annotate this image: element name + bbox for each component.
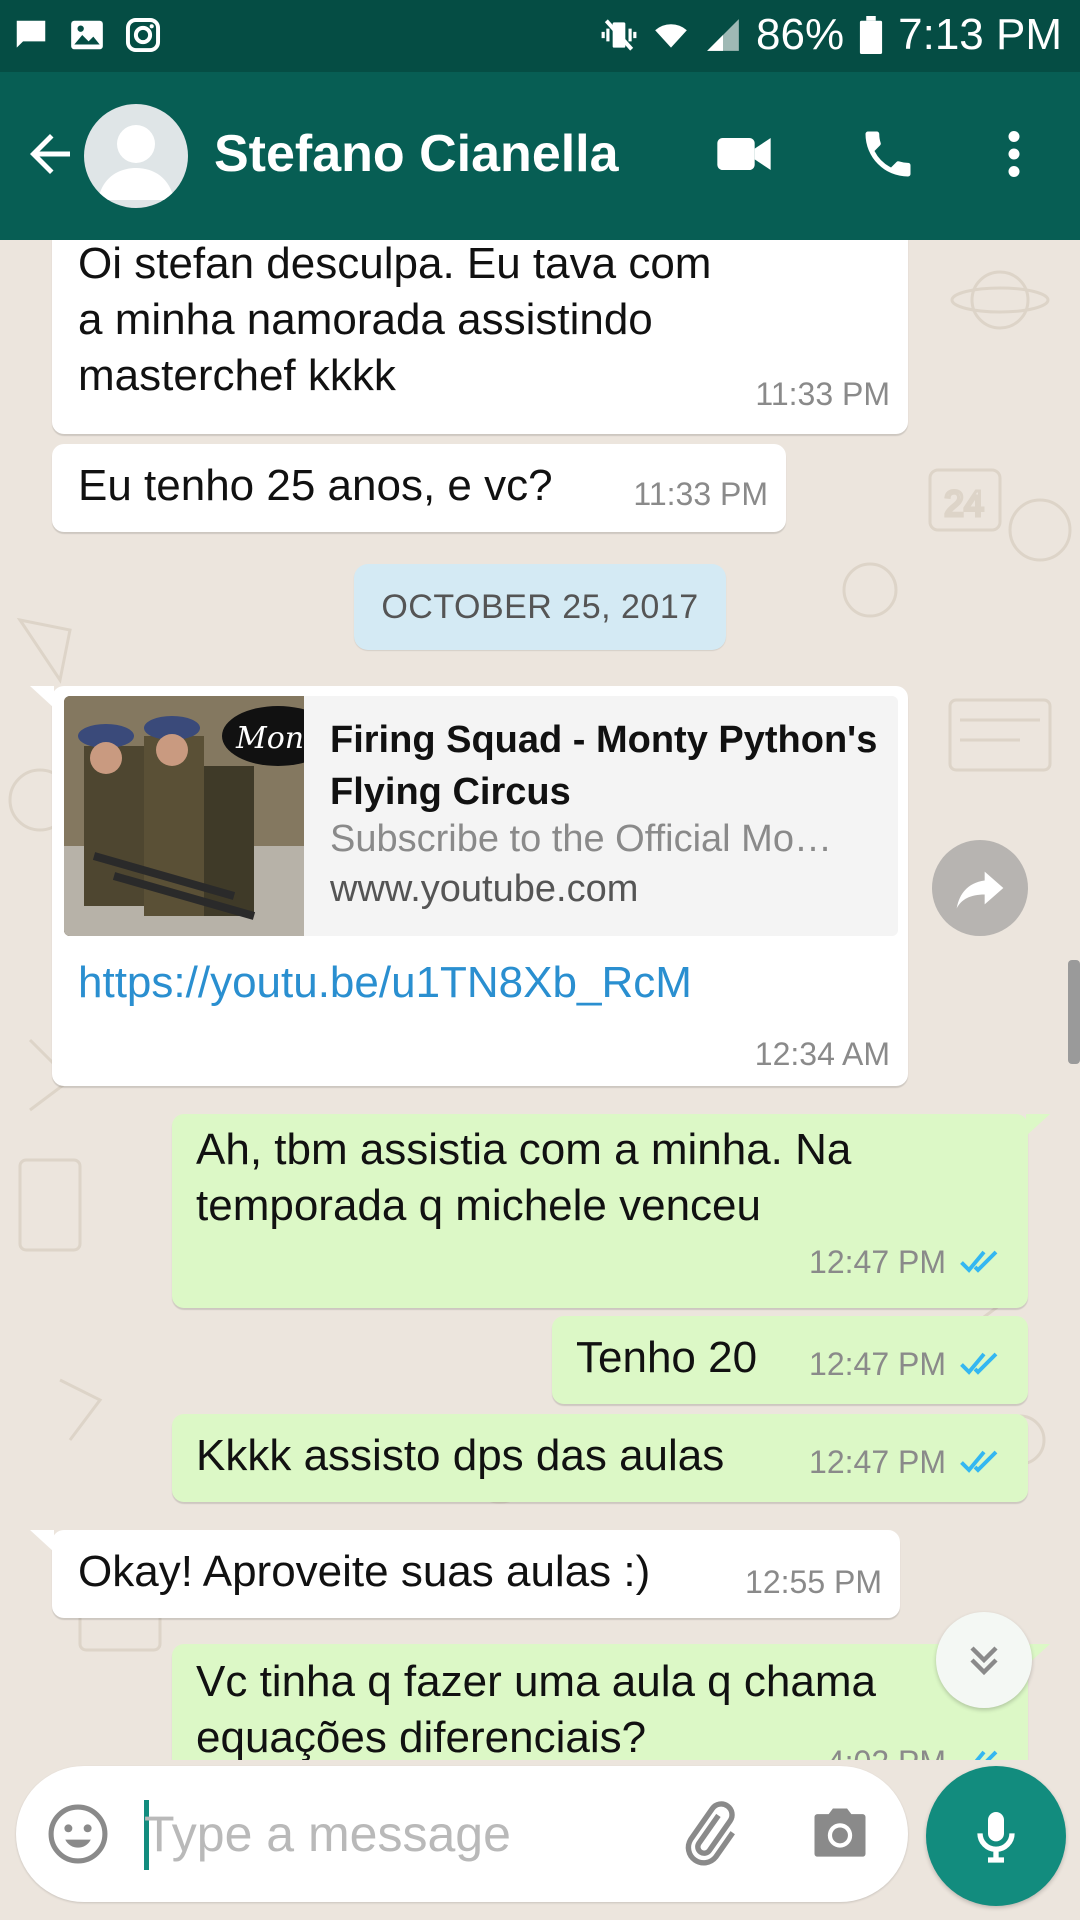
paperclip-icon: [685, 1801, 735, 1866]
bubble-tail: [1026, 1114, 1050, 1136]
chat-header: Stefano Cianella: [0, 72, 1080, 240]
bubble-tail: [30, 1530, 54, 1552]
read-ticks-icon: [960, 1250, 998, 1273]
outgoing-message[interactable]: Vc tinha q fazer uma aula q chama equaçõ…: [172, 1644, 1050, 1760]
message-text-line: Vc tinha q fazer uma aula q chama: [196, 1657, 876, 1706]
more-options-button[interactable]: [978, 118, 1050, 190]
message-composer: [16, 1766, 908, 1902]
emoji-icon: [48, 1804, 108, 1864]
outgoing-message[interactable]: Ah, tbm assistia com a minha. Na tempora…: [172, 1114, 1050, 1308]
incoming-link-message[interactable]: Monty Firing Squad - Monty Python's Flyi…: [30, 686, 908, 1086]
link-description: Subscribe to the Official Mo…: [330, 818, 832, 860]
incoming-message[interactable]: Okay! Aproveite suas aulas :) 12:55 PM: [30, 1530, 900, 1618]
battery-icon: [860, 16, 883, 54]
message-time: 12:47 PM: [809, 1444, 946, 1480]
message-time: 12:47 PM: [809, 1346, 946, 1382]
signal-icon: [707, 19, 739, 51]
message-text-line: Ah, tbm assistia com a minha. Na: [196, 1125, 852, 1174]
vibrate-icon: [601, 19, 637, 51]
avatar[interactable]: [84, 104, 188, 208]
read-ticks-icon: [960, 1352, 998, 1375]
more-vert-icon: [1008, 131, 1020, 177]
emoji-button[interactable]: [44, 1800, 112, 1868]
message-time: 12:34 AM: [754, 1036, 890, 1072]
link-thumbnail: Monty: [64, 696, 304, 936]
message-input[interactable]: [144, 1794, 664, 1874]
camera-icon: [814, 1808, 866, 1857]
bubble-tail: [30, 686, 54, 708]
instagram-icon: [125, 17, 161, 53]
back-arrow-icon: [30, 134, 70, 174]
forward-button[interactable]: [932, 840, 1028, 936]
message-time: 11:33 PM: [633, 476, 768, 512]
back-button[interactable]: [20, 124, 80, 184]
link-preview[interactable]: Monty Firing Squad - Monty Python's Flyi…: [64, 696, 898, 936]
wifi-icon: [655, 24, 687, 48]
video-call-icon: [717, 138, 771, 170]
message-text-line: equações diferenciais?: [196, 1713, 647, 1760]
double-chevron-down-icon: [970, 1646, 998, 1676]
message-text: Kkkk assisto dps das aulas: [196, 1431, 725, 1480]
voice-call-button[interactable]: [852, 118, 924, 190]
thumbnail-logo-text: Monty: [235, 721, 304, 756]
camera-button[interactable]: [806, 1800, 874, 1868]
forward-icon: [956, 871, 1004, 909]
outgoing-message[interactable]: Tenho 20 12:47 PM: [552, 1316, 1028, 1404]
date-divider: OCTOBER 25, 2017: [354, 564, 726, 650]
chat-area[interactable]: 24 Oi stefan desculpa. Eu tava com a min…: [0, 240, 1080, 1760]
link-domain: www.youtube.com: [330, 868, 639, 910]
message-text: Okay! Aproveite suas aulas :): [78, 1547, 651, 1596]
message-text-line: a minha namorada assistindo: [78, 295, 653, 344]
message-time: 12:47 PM: [809, 1244, 946, 1280]
message-text: Tenho 20: [576, 1333, 758, 1382]
scroll-to-bottom-button[interactable]: [936, 1612, 1032, 1708]
message-time: 4:02 PM: [827, 1744, 946, 1760]
message-icon: [16, 20, 46, 48]
video-call-button[interactable]: [708, 118, 780, 190]
read-ticks-icon: [974, 1750, 998, 1760]
message-text-line: masterchef kkkk: [78, 351, 396, 400]
contact-name[interactable]: Stefano Cianella: [214, 124, 619, 184]
message-time: 12:55 PM: [745, 1564, 882, 1600]
attach-button[interactable]: [672, 1798, 744, 1870]
phone-icon: [865, 131, 911, 177]
read-ticks-icon: [960, 1450, 998, 1473]
message-text-line: Oi stefan desculpa. Eu tava com: [78, 240, 712, 288]
microphone-icon: [977, 1812, 1015, 1863]
message-text: Eu tenho 25 anos, e vc?: [78, 461, 553, 510]
image-icon: [71, 20, 103, 50]
voice-message-button[interactable]: [926, 1766, 1066, 1906]
avatar-icon: [98, 125, 174, 200]
status-bar: 86% 7:13 PM: [0, 0, 1080, 72]
message-text-line: temporada q michele venceu: [196, 1181, 761, 1230]
clock: 7:13 PM: [898, 10, 1062, 59]
message-time: 11:33 PM: [755, 376, 890, 412]
scrollbar-thumb[interactable]: [1068, 960, 1080, 1064]
link-url[interactable]: https://youtu.be/u1TN8Xb_RcM: [78, 958, 692, 1008]
incoming-message[interactable]: Eu tenho 25 anos, e vc? 11:33 PM: [52, 444, 786, 532]
battery-percent: 86%: [756, 10, 845, 59]
outgoing-message[interactable]: Kkkk assisto dps das aulas 12:47 PM: [172, 1414, 1028, 1502]
svg-text:24: 24: [944, 483, 984, 524]
incoming-message[interactable]: Oi stefan desculpa. Eu tava com a minha …: [52, 240, 908, 434]
link-title: Firing Squad - Monty Python's Flying Cir…: [330, 719, 878, 813]
